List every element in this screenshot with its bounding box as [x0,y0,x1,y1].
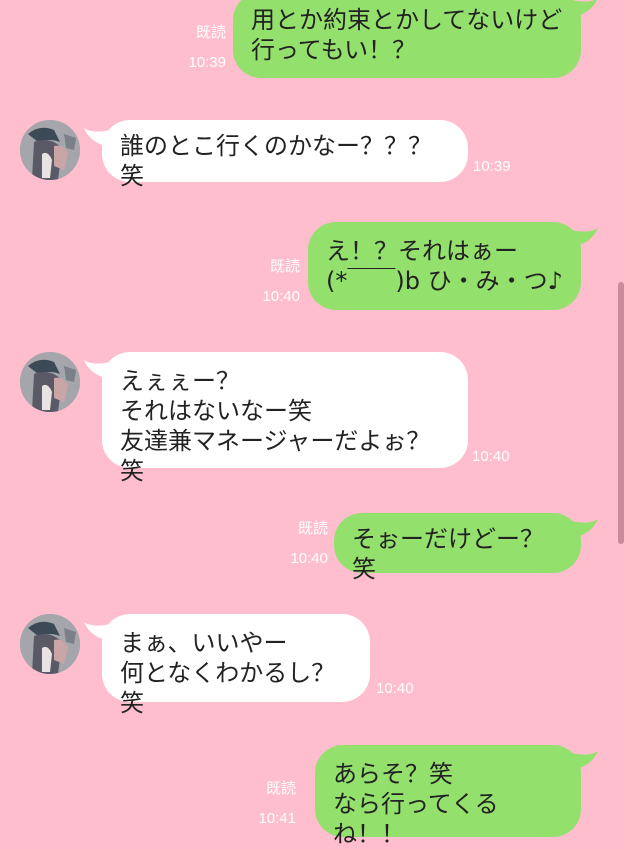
incoming-message-bubble[interactable]: えぇぇー？ それはないなー笑 友達兼マネージャーだよぉ？笑 [102,352,468,485]
bubble-tail [572,519,598,537]
outgoing-message-bubble[interactable]: 用とか約束とかしてないけど 行ってもい！？ [233,0,581,78]
message-time: 10:40 [262,288,300,305]
read-receipt: 既読 [297,520,328,537]
message-time: 10:39 [473,158,511,175]
avatar-icon[interactable] [20,614,80,674]
message-time: 10:40 [472,448,510,465]
bubble-tail [572,228,598,246]
incoming-message-bubble[interactable]: 誰のとこ行くのかなー？？？笑 [102,120,468,190]
avatar-icon[interactable] [20,120,80,180]
message-meta: 既読 10:40 [282,520,328,568]
avatar-icon[interactable] [20,352,80,412]
bubble-tail [572,751,598,769]
outgoing-message-bubble[interactable]: え！？それはぁー (*￣￣)b ひ・み・つ♪ [308,222,581,310]
bubble-tail [572,0,598,16]
message-meta: 既読 10:39 [180,24,226,72]
message-time: 10:41 [258,810,296,827]
message-time: 10:40 [376,680,414,697]
scrollbar[interactable] [618,282,624,544]
chat-view[interactable]: 既読 10:39 用とか約束とかしてないけど 行ってもい！？ 誰のとこ行くのかな… [0,0,624,848]
message-meta: 既読 10:40 [254,258,300,306]
message-time: 10:39 [188,54,226,71]
message-meta: 既読 10:41 [250,780,296,828]
read-receipt: 既読 [269,258,300,275]
incoming-message-bubble[interactable]: まぁ、いいやー 何となくわかるし？笑 [102,614,370,717]
read-receipt: 既読 [195,24,226,41]
read-receipt: 既読 [265,780,296,797]
outgoing-message-bubble[interactable]: そぉーだけどー？笑 [334,513,581,583]
outgoing-message-bubble[interactable]: あらそ？笑 なら行ってくるね！！ [315,745,581,848]
message-time: 10:40 [290,550,328,567]
